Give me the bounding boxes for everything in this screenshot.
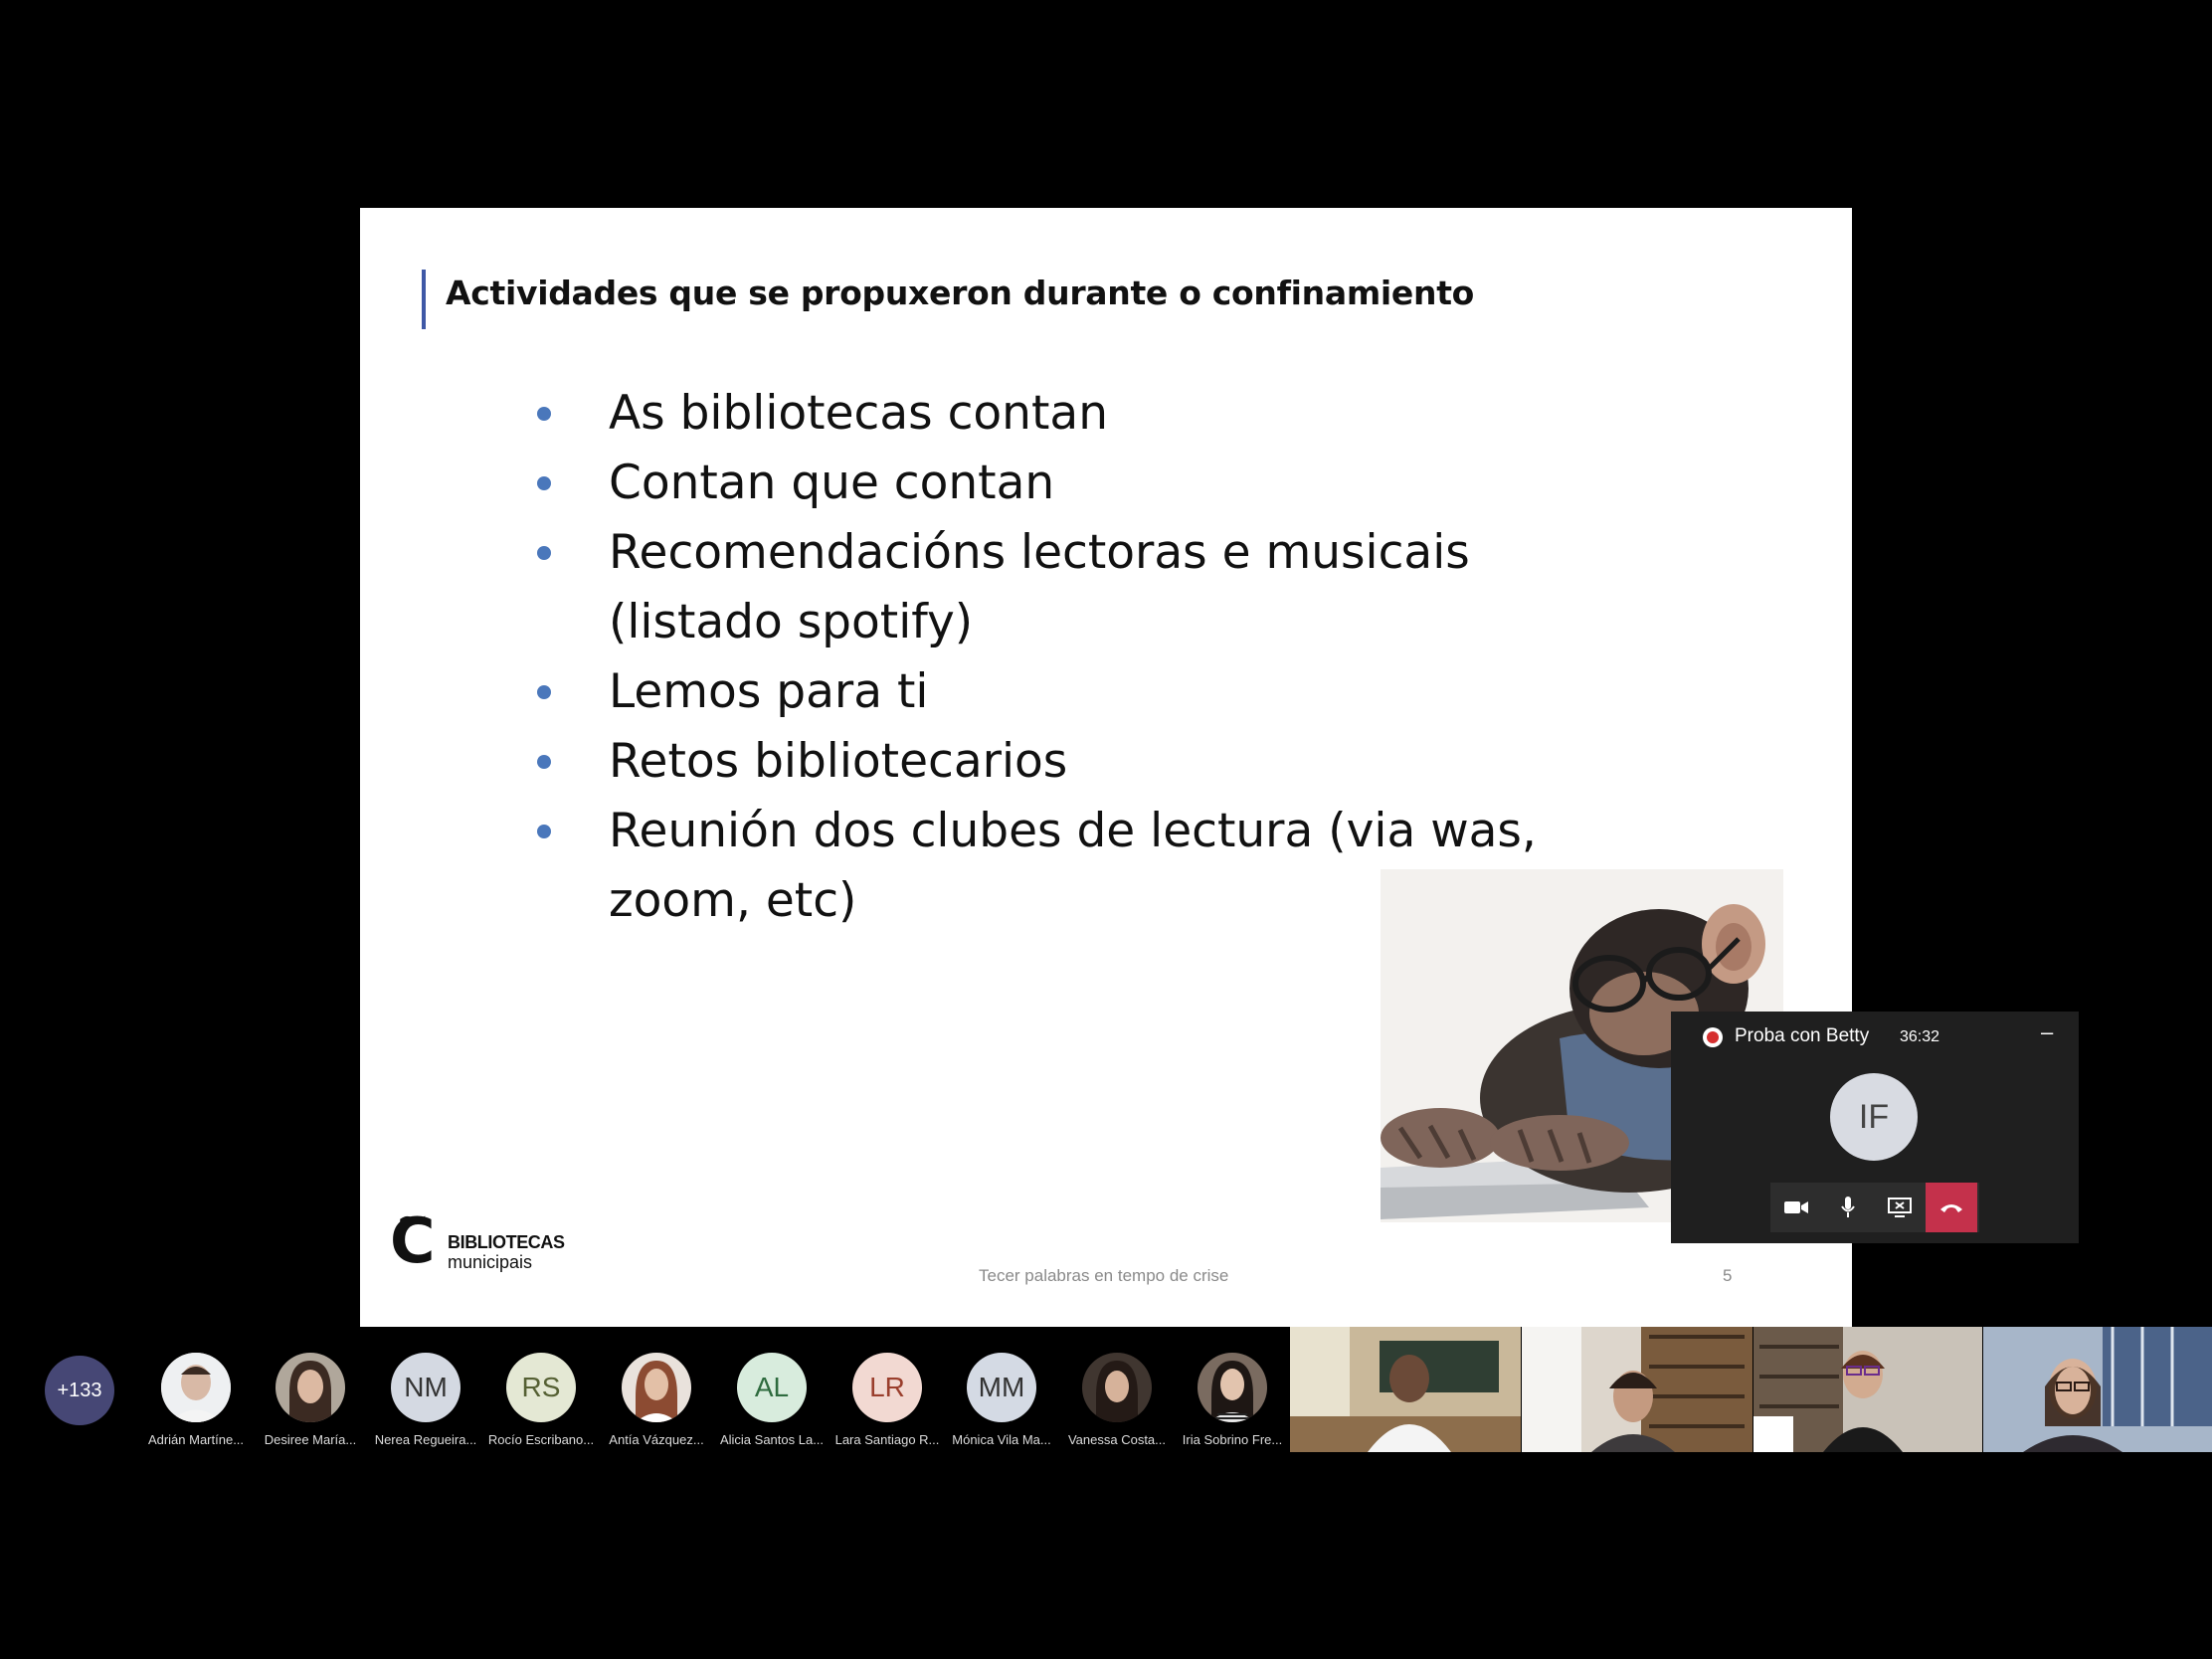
mic-icon bbox=[1841, 1197, 1855, 1217]
participant-tile[interactable]: Antía Vázquez... bbox=[598, 1353, 715, 1447]
share-screen-icon bbox=[1888, 1198, 1912, 1217]
participant-name: Alicia Santos La... bbox=[719, 1432, 825, 1447]
bullet-icon bbox=[537, 476, 551, 490]
slide-page-number: 5 bbox=[1723, 1266, 1733, 1285]
slide-footer-text: Tecer palabras en tempo de crise bbox=[979, 1266, 1229, 1285]
bibliotecas-logo: ~ C BIBLIOTECAS municipais bbox=[390, 1197, 569, 1282]
bullet-icon bbox=[537, 546, 551, 560]
video-feed-window-room bbox=[1983, 1327, 2212, 1452]
bullet-item: Lemos para ti bbox=[529, 657, 1583, 727]
participant-avatar: RS bbox=[506, 1353, 576, 1422]
participant-avatar: MM bbox=[967, 1353, 1036, 1422]
participant-name: Rocío Escribano... bbox=[487, 1432, 595, 1447]
logo-subtitle: municipais bbox=[448, 1252, 533, 1272]
participant-tile[interactable]: NM Nerea Regueira... bbox=[367, 1353, 484, 1447]
participant-name: Iria Sobrino Fre... bbox=[1182, 1432, 1283, 1447]
participant-avatar: NM bbox=[391, 1353, 461, 1422]
meeting-stage: Actividades que se propuxeron durante o … bbox=[0, 0, 2212, 1659]
participant-tile[interactable]: MM Mónica Vila Ma... bbox=[943, 1353, 1060, 1447]
bullet-icon bbox=[537, 825, 551, 838]
participant-avatar: AL bbox=[737, 1353, 807, 1422]
slide-title: Actividades que se propuxeron durante o … bbox=[446, 274, 1475, 312]
camera-button[interactable] bbox=[1770, 1183, 1822, 1232]
participant-name: Antía Vázquez... bbox=[609, 1432, 704, 1447]
participant-tile[interactable]: Iria Sobrino Fre... bbox=[1174, 1353, 1291, 1447]
participant-tile[interactable]: Adrián Martíne... bbox=[137, 1353, 255, 1447]
participant-avatar: LR bbox=[852, 1353, 922, 1422]
bullet-item: Retos bibliotecarios bbox=[529, 727, 1583, 797]
bullet-item: Contan que contan bbox=[529, 449, 1583, 518]
hang-up-icon bbox=[1940, 1204, 1962, 1212]
logo-c-mark: C bbox=[390, 1204, 436, 1277]
participant-avatar bbox=[1082, 1353, 1152, 1422]
participant-tile[interactable]: Vanessa Costa... bbox=[1058, 1353, 1176, 1447]
participant-avatar bbox=[161, 1353, 231, 1422]
video-participant-1[interactable] bbox=[1290, 1327, 1521, 1452]
microphone-button[interactable] bbox=[1822, 1183, 1874, 1232]
video-feed-classroom bbox=[1290, 1327, 1521, 1452]
video-feed-bookshelf-glasses bbox=[1753, 1327, 1982, 1452]
shared-slide: Actividades que se propuxeron durante o … bbox=[360, 208, 1852, 1327]
person-photo-icon bbox=[1198, 1353, 1267, 1422]
logo-name: BIBLIOTECAS bbox=[448, 1232, 565, 1252]
meeting-elapsed-time: 36:32 bbox=[1900, 1028, 1940, 1045]
participant-name: Vanessa Costa... bbox=[1067, 1432, 1167, 1447]
person-photo-icon bbox=[276, 1353, 345, 1422]
video-participant-3[interactable] bbox=[1753, 1327, 1982, 1452]
title-accent-bar bbox=[422, 270, 426, 329]
presenter-avatar: IF bbox=[1830, 1073, 1918, 1161]
bullet-item: Recomendacións lectoras e musicais (list… bbox=[529, 518, 1583, 657]
participant-name: Adrián Martíne... bbox=[147, 1432, 245, 1447]
participant-tile[interactable]: LR Lara Santiago R... bbox=[829, 1353, 946, 1447]
camera-icon bbox=[1784, 1201, 1808, 1213]
bullet-item: As bibliotecas contan bbox=[529, 379, 1583, 449]
participant-name: Nerea Regueira... bbox=[374, 1432, 477, 1447]
participant-tile[interactable]: RS Rocío Escribano... bbox=[482, 1353, 600, 1447]
participant-name: Mónica Vila Ma... bbox=[952, 1432, 1051, 1447]
call-controls bbox=[1770, 1183, 1979, 1232]
participant-name: Desiree María... bbox=[264, 1432, 357, 1447]
participant-avatar bbox=[622, 1353, 691, 1422]
participant-name: Lara Santiago R... bbox=[834, 1432, 940, 1447]
person-photo-icon bbox=[622, 1353, 691, 1422]
minimize-button[interactable]: – bbox=[2041, 1019, 2053, 1045]
share-screen-button[interactable] bbox=[1874, 1183, 1926, 1232]
meeting-mini-window[interactable]: Proba con Betty 36:32 – IF bbox=[1671, 1012, 2079, 1243]
bullet-icon bbox=[537, 755, 551, 769]
video-participant-4[interactable] bbox=[1983, 1327, 2212, 1452]
recording-icon bbox=[1703, 1027, 1723, 1047]
video-participant-2[interactable] bbox=[1522, 1327, 1752, 1452]
hang-up-button[interactable] bbox=[1926, 1183, 1977, 1232]
bullet-icon bbox=[537, 685, 551, 699]
person-photo-icon bbox=[1082, 1353, 1152, 1422]
participant-avatar bbox=[276, 1353, 345, 1422]
meeting-title: Proba con Betty bbox=[1735, 1025, 1870, 1046]
participant-avatar bbox=[1198, 1353, 1267, 1422]
video-feed-bookshelf bbox=[1522, 1327, 1752, 1452]
more-participants-button[interactable]: +133 bbox=[45, 1356, 114, 1425]
bullet-list: As bibliotecas contan Contan que contan … bbox=[529, 379, 1583, 936]
participant-tile[interactable]: Desiree María... bbox=[252, 1353, 369, 1447]
participant-tile[interactable]: AL Alicia Santos La... bbox=[713, 1353, 830, 1447]
person-photo-icon bbox=[161, 1353, 231, 1422]
bullet-icon bbox=[537, 407, 551, 421]
